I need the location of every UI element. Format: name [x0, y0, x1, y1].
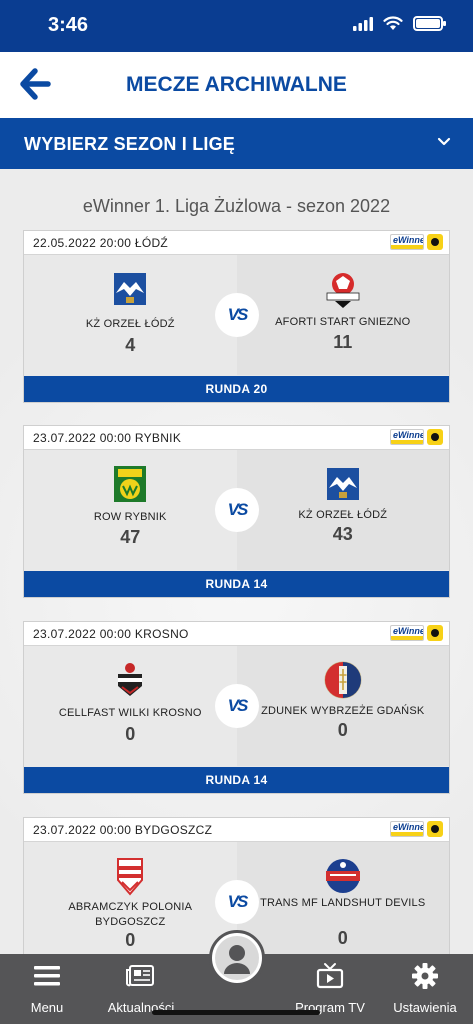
- status-bar: 3:46: [0, 0, 473, 52]
- wybrzeze-gdansk-logo-icon: [324, 661, 362, 699]
- news-icon: [126, 965, 154, 987]
- orzel-lodz-logo-icon: [114, 273, 147, 305]
- home-team-name: KŻ ORZEŁ ŁÓDŹ: [85, 318, 175, 330]
- ewinner-logo: eWinner: [390, 625, 424, 641]
- home-team: CELLFAST WILKI KROSNO 0: [24, 646, 237, 766]
- away-team-score: 43: [332, 524, 353, 544]
- nav-item-menu[interactable]: Menu: [0, 954, 94, 1024]
- match-round: RUNDA 20: [24, 376, 449, 402]
- away-team: AFORTI START GNIEZNO 11: [237, 255, 450, 375]
- wilki-krosno-logo-icon: [118, 663, 143, 696]
- profile-button[interactable]: [209, 930, 265, 986]
- chevron-down-icon: [437, 137, 451, 146]
- away-team-score: 11: [333, 332, 353, 352]
- home-team: KŻ ORZEŁ ŁÓDŹ 4: [24, 255, 237, 375]
- match-header: 23.07.2022 00:00 RYBNIK eWinner: [24, 426, 449, 450]
- season-selector-label: WYBIERZ SEZON I LIGĘ: [24, 134, 236, 154]
- match-card[interactable]: 23.07.2022 00:00 KROSNO eWinner CELLFAST…: [23, 621, 450, 794]
- away-team: TRANS MF LANDSHUT DEVILS 0: [237, 842, 450, 954]
- status-icons: [353, 16, 446, 31]
- home-team-score: 0: [125, 724, 136, 744]
- match-date: 23.07.2022 00:00 KROSNO: [33, 627, 189, 641]
- away-team-name: ZDUNEK WYBRZEŻE GDAŃSK: [261, 705, 425, 717]
- vs-badge: VS: [215, 293, 259, 337]
- app-header: MECZE ARCHIWALNE: [0, 52, 473, 118]
- sponsor-logo: eWinner: [390, 625, 443, 641]
- away-team: KŻ ORZEŁ ŁÓDŹ 43: [237, 450, 450, 570]
- sponsor-logo: eWinner: [390, 821, 443, 837]
- home-team: ABRAMCZYK POLONIA BYDGOSZCZ 0: [24, 842, 237, 954]
- ewinner-logo: eWinner: [390, 429, 424, 445]
- sponsor-logo: eWinner: [390, 234, 443, 250]
- matches-list[interactable]: eWinner 1. Liga Żużlowa - sezon 2022 22.…: [0, 169, 473, 954]
- league-title: eWinner 1. Liga Żużlowa - sezon 2022: [82, 196, 391, 216]
- home-team-name: CELLFAST WILKI KROSNO: [58, 707, 202, 719]
- signal-icon: [353, 16, 373, 31]
- match-body: KŻ ORZEŁ ŁÓDŹ 4 AFORTI START GNIEZNO 11 …: [24, 255, 449, 375]
- home-team-score: 47: [120, 527, 141, 547]
- match-date: 22.05.2022 20:00 ŁÓDŹ: [33, 236, 169, 250]
- ewinner-logo: eWinner: [390, 234, 424, 250]
- home-team-score: 0: [125, 930, 136, 950]
- gear-icon: [412, 963, 438, 989]
- league-badge-icon: [427, 234, 443, 250]
- landshut-devils-logo-icon: [325, 859, 360, 893]
- wifi-icon: [383, 16, 403, 30]
- tv-icon: [316, 963, 344, 989]
- away-team-name: AFORTI START GNIEZNO: [275, 316, 411, 328]
- away-team-score: 0: [337, 928, 348, 948]
- start-gniezno-logo-icon: [326, 273, 360, 308]
- ewinner-logo: eWinner: [390, 821, 424, 837]
- nav-label: Ustawienia: [393, 1000, 457, 1015]
- league-badge-icon: [427, 821, 443, 837]
- status-time: 3:46: [48, 14, 89, 36]
- match-header: 22.05.2022 20:00 ŁÓDŹ eWinner: [24, 231, 449, 255]
- away-team-name: TRANS MF LANDSHUT DEVILS: [260, 897, 426, 909]
- match-body: ROW RYBNIK 47 KŻ ORZEŁ ŁÓDŹ 43 VS: [24, 450, 449, 570]
- row-rybnik-logo-icon: [114, 466, 147, 502]
- home-team-name: ROW RYBNIK: [93, 511, 167, 523]
- match-card[interactable]: 23.07.2022 00:00 RYBNIK eWinner ROW RYBN…: [23, 425, 450, 598]
- league-badge-icon: [427, 625, 443, 641]
- match-round: RUNDA 14: [24, 571, 449, 597]
- profile-icon: [215, 936, 259, 980]
- match-round: RUNDA 14: [24, 767, 449, 793]
- polonia-bydgoszcz-logo-icon: [117, 858, 144, 896]
- league-badge-icon: [427, 429, 443, 445]
- page-title: MECZE ARCHIWALNE: [126, 73, 347, 96]
- away-team-name: KŻ ORZEŁ ŁÓDŹ: [298, 509, 388, 521]
- match-date: 23.07.2022 00:00 BYDGOSZCZ: [33, 823, 213, 837]
- vs-badge: VS: [215, 488, 259, 532]
- home-team-score: 4: [125, 335, 136, 355]
- home-indicator: [152, 1010, 320, 1015]
- home-team: ROW RYBNIK 47: [24, 450, 237, 570]
- vs-badge: VS: [215, 880, 259, 924]
- menu-icon: [34, 966, 60, 986]
- match-header: 23.07.2022 00:00 BYDGOSZCZ eWinner: [24, 818, 449, 842]
- away-team-score: 0: [337, 720, 348, 740]
- match-body: CELLFAST WILKI KROSNO 0 ZDUNEK WYBRZEŻE …: [24, 646, 449, 766]
- match-card[interactable]: 22.05.2022 20:00 ŁÓDŹ eWinner KŻ ORZEŁ Ł…: [23, 230, 450, 403]
- home-team-name: ABRAMCZYK POLONIA BYDGOSZCZ: [68, 901, 193, 928]
- season-league-selector[interactable]: WYBIERZ SEZON I LIGĘ: [0, 118, 473, 169]
- nav-label: Menu: [30, 1000, 64, 1015]
- match-header: 23.07.2022 00:00 KROSNO eWinner: [24, 622, 449, 646]
- match-date: 23.07.2022 00:00 RYBNIK: [33, 431, 182, 445]
- nav-item-settings[interactable]: Ustawienia: [378, 954, 472, 1024]
- battery-icon: [413, 16, 446, 31]
- sponsor-logo: eWinner: [390, 429, 443, 445]
- orzel-lodz-logo-icon: [326, 468, 359, 500]
- away-team: ZDUNEK WYBRZEŻE GDAŃSK 0: [237, 646, 450, 766]
- vs-badge: VS: [215, 684, 259, 728]
